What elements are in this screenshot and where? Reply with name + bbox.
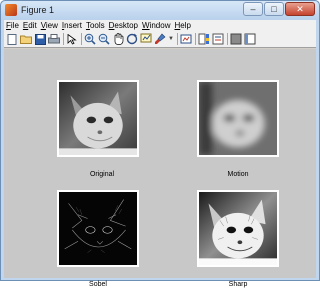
subplot-caption-sobel: Sobel: [89, 281, 107, 288]
edit-plot-icon[interactable]: [66, 33, 78, 45]
data-cursor-icon[interactable]: [140, 33, 152, 45]
brush-dropdown-arrow-icon[interactable]: ▼: [168, 36, 174, 42]
figure-window: Figure 1 – □ ✕ File Edit View Insert Too…: [0, 0, 320, 288]
maximize-button[interactable]: □: [264, 2, 284, 16]
menu-view[interactable]: View: [41, 21, 58, 30]
subplot-original-image[interactable]: [57, 80, 139, 157]
brush-icon[interactable]: [154, 33, 166, 45]
menu-bar: File Edit View Insert Tools Desktop Wind…: [4, 20, 316, 31]
link-plot-icon[interactable]: [180, 33, 192, 45]
zoom-out-icon[interactable]: [98, 33, 110, 45]
menu-insert[interactable]: Insert: [62, 21, 82, 30]
figure-toolbar: ▼: [4, 31, 316, 48]
subplot-caption-motion: Motion: [227, 171, 249, 178]
menu-file[interactable]: File: [6, 21, 19, 30]
close-button[interactable]: ✕: [285, 2, 315, 16]
insert-legend-icon[interactable]: [212, 33, 224, 45]
show-plot-tools-icon[interactable]: [244, 33, 256, 45]
menu-edit[interactable]: Edit: [23, 21, 37, 30]
menu-tools[interactable]: Tools: [86, 21, 105, 30]
menu-desktop[interactable]: Desktop: [109, 21, 138, 30]
save-icon[interactable]: [34, 33, 46, 45]
matlab-logo-icon: [5, 4, 17, 16]
hide-plot-tools-icon[interactable]: [230, 33, 242, 45]
subplot-caption-sharp: Sharp: [228, 281, 248, 288]
menu-help[interactable]: Help: [174, 21, 190, 30]
window-title: Figure 1: [21, 5, 55, 15]
window-controls: – □ ✕: [242, 2, 315, 16]
subplot-motion-image[interactable]: [197, 80, 279, 157]
new-figure-icon[interactable]: [6, 33, 18, 45]
toolbar-separator: [195, 33, 196, 45]
subplot-caption-original: Original: [89, 171, 115, 178]
subplot-sharp-image[interactable]: [197, 190, 279, 267]
pan-icon[interactable]: [112, 33, 124, 45]
subplot-sobel-image[interactable]: [57, 190, 139, 267]
toolbar-separator: [227, 33, 228, 45]
toolbar-separator: [177, 33, 178, 45]
zoom-in-icon[interactable]: [84, 33, 96, 45]
title-bar[interactable]: Figure 1 – □ ✕: [1, 1, 319, 20]
minimize-button[interactable]: –: [243, 2, 263, 16]
toolbar-separator: [81, 33, 82, 45]
menu-window[interactable]: Window: [142, 21, 170, 30]
toolbar-separator: [63, 33, 64, 45]
print-icon[interactable]: [48, 33, 60, 45]
open-file-icon[interactable]: [20, 33, 32, 45]
rotate-3d-icon[interactable]: [126, 33, 138, 45]
figure-client-area: File Edit View Insert Tools Desktop Wind…: [4, 20, 316, 288]
figure-canvas[interactable]: Original Motion Sobel Sharp: [4, 49, 316, 288]
insert-colorbar-icon[interactable]: [198, 33, 210, 45]
